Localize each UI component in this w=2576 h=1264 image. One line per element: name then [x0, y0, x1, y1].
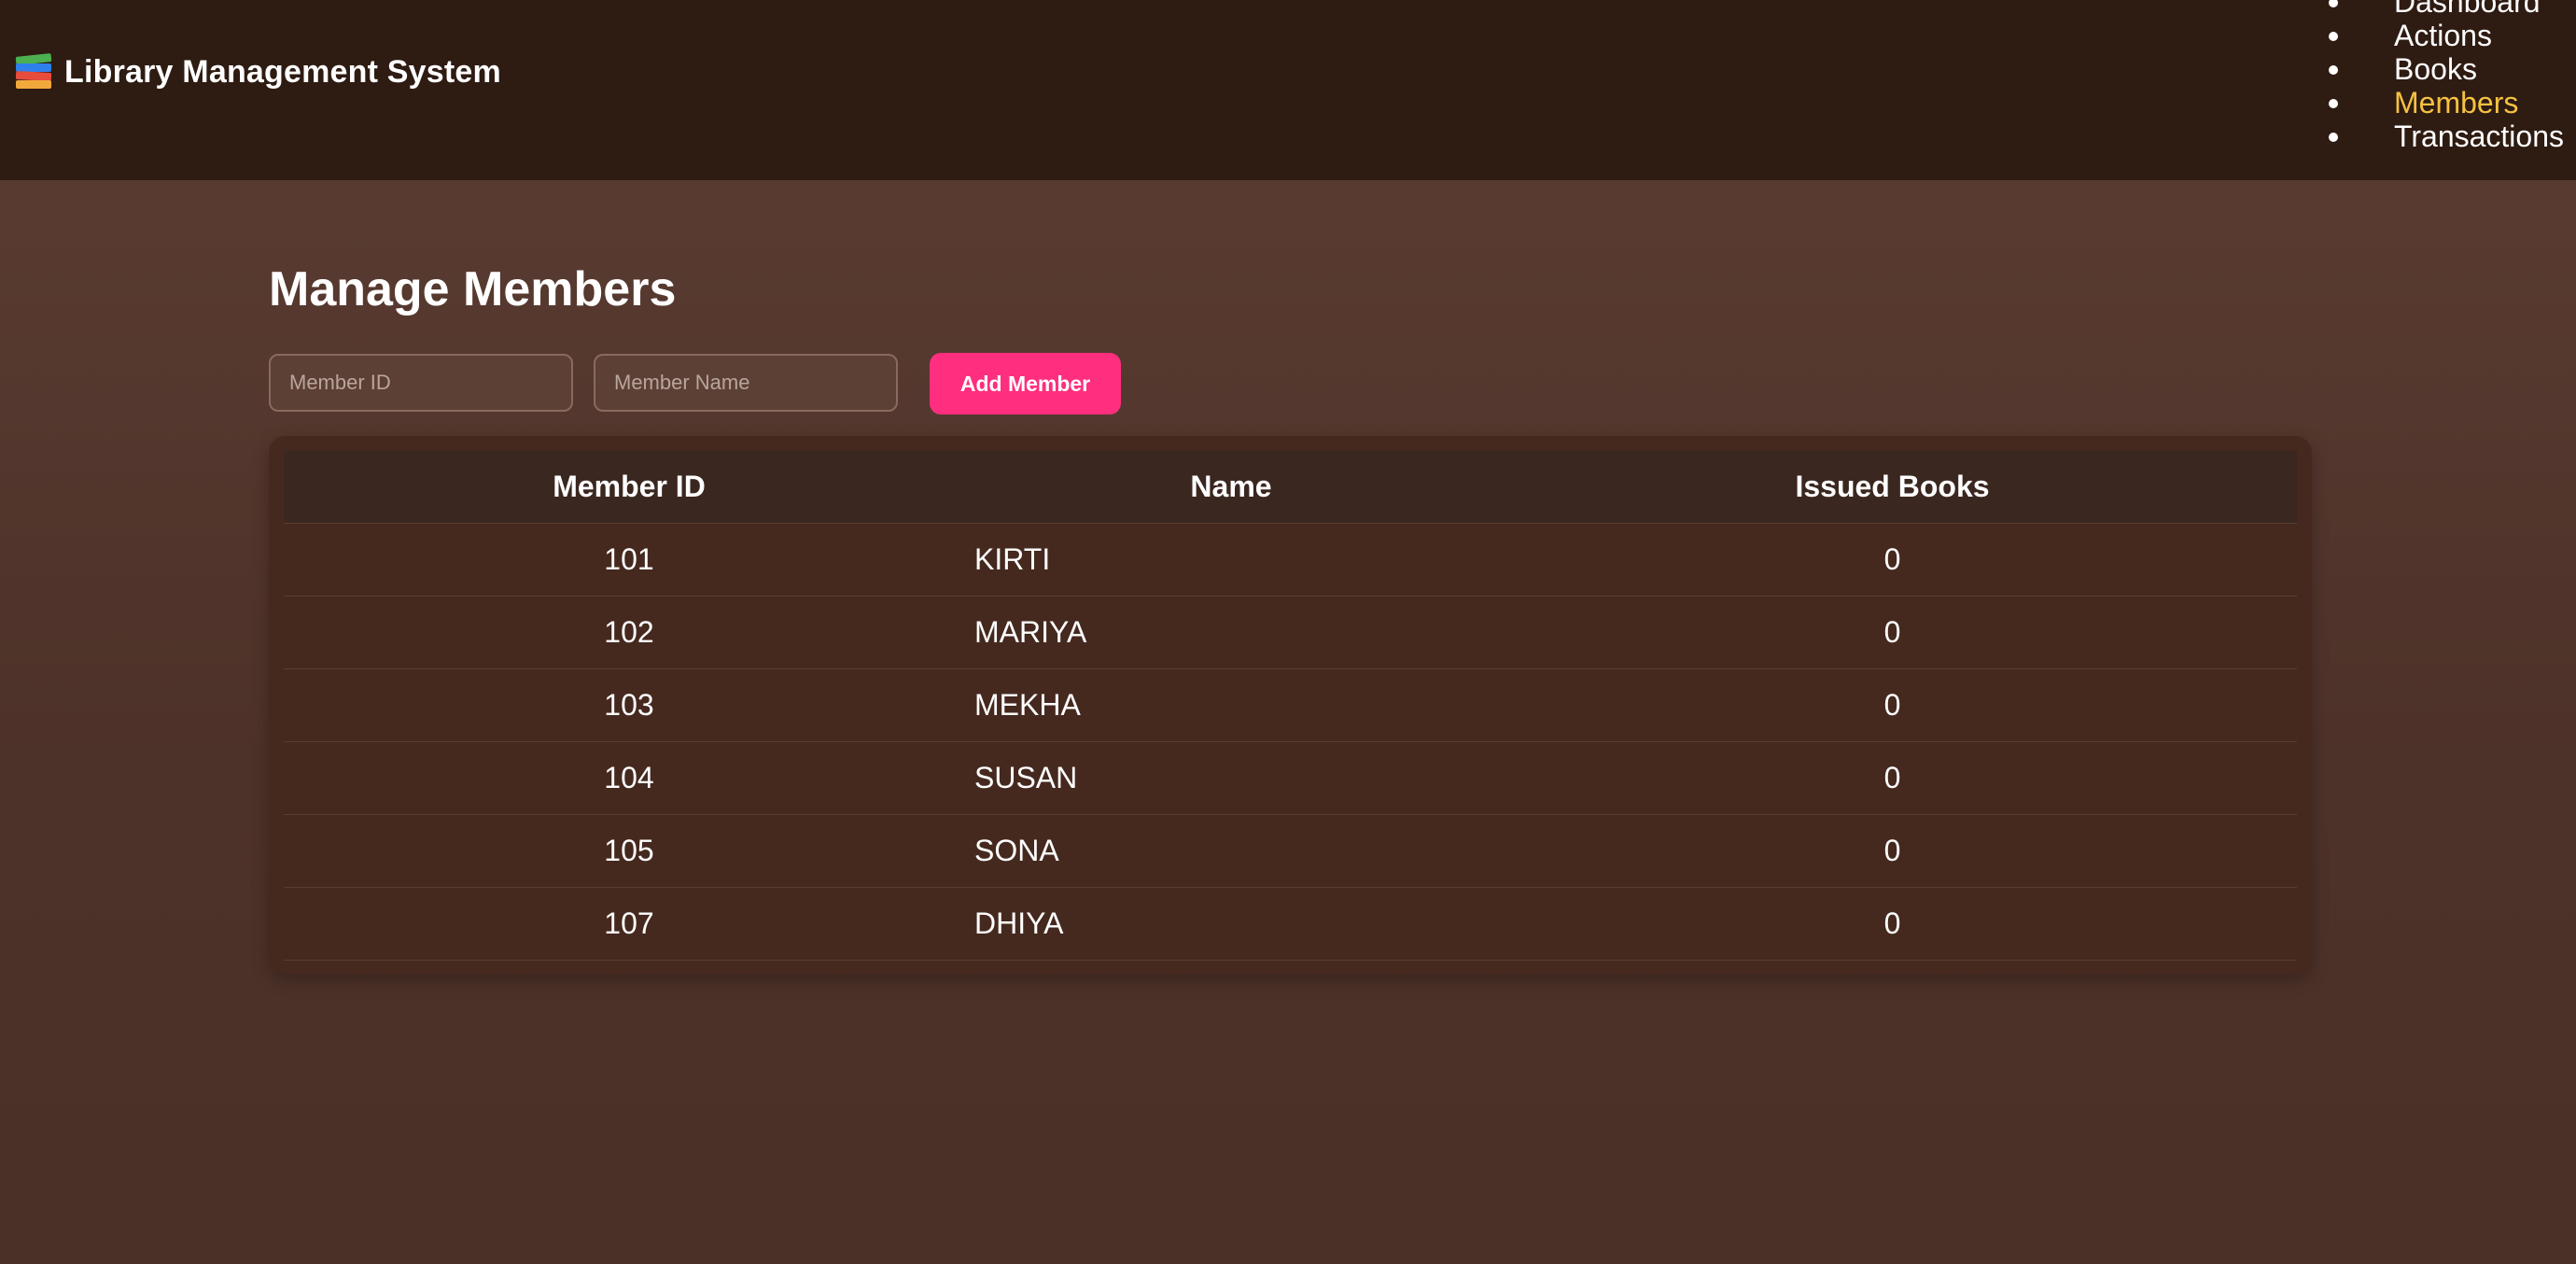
member-id-cell: 102	[604, 614, 654, 649]
member-name-cell: DHIYA	[974, 906, 1064, 940]
nav-item-members[interactable]: Members	[2327, 86, 2564, 119]
table-row: 103 MEKHA 0	[284, 668, 2297, 741]
table-header-row: Member ID Name Issued Books	[284, 451, 2297, 523]
member-name-cell: MEKHA	[974, 687, 1081, 722]
nav-link-transactions[interactable]: Transactions	[2394, 119, 2564, 153]
issued-books-cell: 0	[1883, 687, 1901, 722]
column-header-member-id: Member ID	[553, 469, 706, 503]
nav-link-books[interactable]: Books	[2394, 52, 2477, 86]
table-body: 101 KIRTI 0 102 MARIYA 0 103 MEKHA 0 104…	[284, 523, 2297, 960]
member-name-cell: SUSAN	[974, 760, 1078, 794]
member-id-input[interactable]	[269, 354, 573, 412]
members-table: Member ID Name Issued Books 101 KIRTI 0 …	[284, 451, 2297, 961]
nav-link-dashboard[interactable]: Dashboard	[2394, 0, 2541, 19]
issued-books-cell: 0	[1883, 541, 1901, 576]
table-row: 107 DHIYA 0	[284, 887, 2297, 960]
column-header-name: Name	[1190, 469, 1272, 503]
member-id-cell: 105	[604, 833, 654, 867]
member-name-input[interactable]	[594, 354, 898, 412]
nav-item-actions[interactable]: Actions	[2327, 19, 2564, 52]
member-name-cell: KIRTI	[974, 541, 1051, 576]
books-icon	[15, 53, 52, 89]
issued-books-cell: 0	[1883, 614, 1901, 649]
nav-link-actions[interactable]: Actions	[2394, 19, 2492, 52]
issued-books-cell: 0	[1883, 906, 1901, 940]
member-name-cell: SONA	[974, 833, 1059, 867]
table-header: Member ID Name Issued Books	[284, 451, 2297, 523]
member-id-cell: 101	[604, 541, 654, 576]
bullet-icon	[2329, 65, 2338, 75]
nav-item-transactions[interactable]: Transactions	[2327, 119, 2564, 153]
column-header-issued-books: Issued Books	[1795, 469, 1990, 503]
issued-books-cell: 0	[1883, 760, 1901, 794]
table-row: 105 SONA 0	[284, 814, 2297, 887]
member-name-cell: MARIYA	[974, 614, 1087, 649]
nav-item-dashboard[interactable]: Dashboard	[2327, 0, 2564, 19]
brand: Library Management System	[15, 49, 501, 95]
bullet-icon	[2329, 32, 2338, 41]
issued-books-cell: 0	[1883, 833, 1901, 867]
bullet-icon	[2329, 99, 2338, 108]
nav-item-books[interactable]: Books	[2327, 52, 2564, 86]
app-header: Library Management System Dashboard Acti…	[0, 0, 2576, 180]
member-id-cell: 107	[604, 906, 654, 940]
member-id-cell: 103	[604, 687, 654, 722]
members-table-card: Member ID Name Issued Books 101 KIRTI 0 …	[269, 436, 2312, 975]
bullet-icon	[2329, 0, 2338, 7]
table-row: 101 KIRTI 0	[284, 523, 2297, 596]
nav-link-members[interactable]: Members	[2394, 86, 2518, 119]
bullet-icon	[2329, 133, 2338, 142]
add-member-button[interactable]: Add Member	[930, 353, 1121, 414]
member-id-cell: 104	[604, 760, 654, 794]
table-row: 102 MARIYA 0	[284, 596, 2297, 668]
page-title: Manage Members	[269, 262, 677, 316]
table-row: 104 SUSAN 0	[284, 741, 2297, 814]
main-nav: Dashboard Actions Books Members Transact…	[2327, 0, 2564, 153]
app-title: Library Management System	[64, 53, 501, 90]
